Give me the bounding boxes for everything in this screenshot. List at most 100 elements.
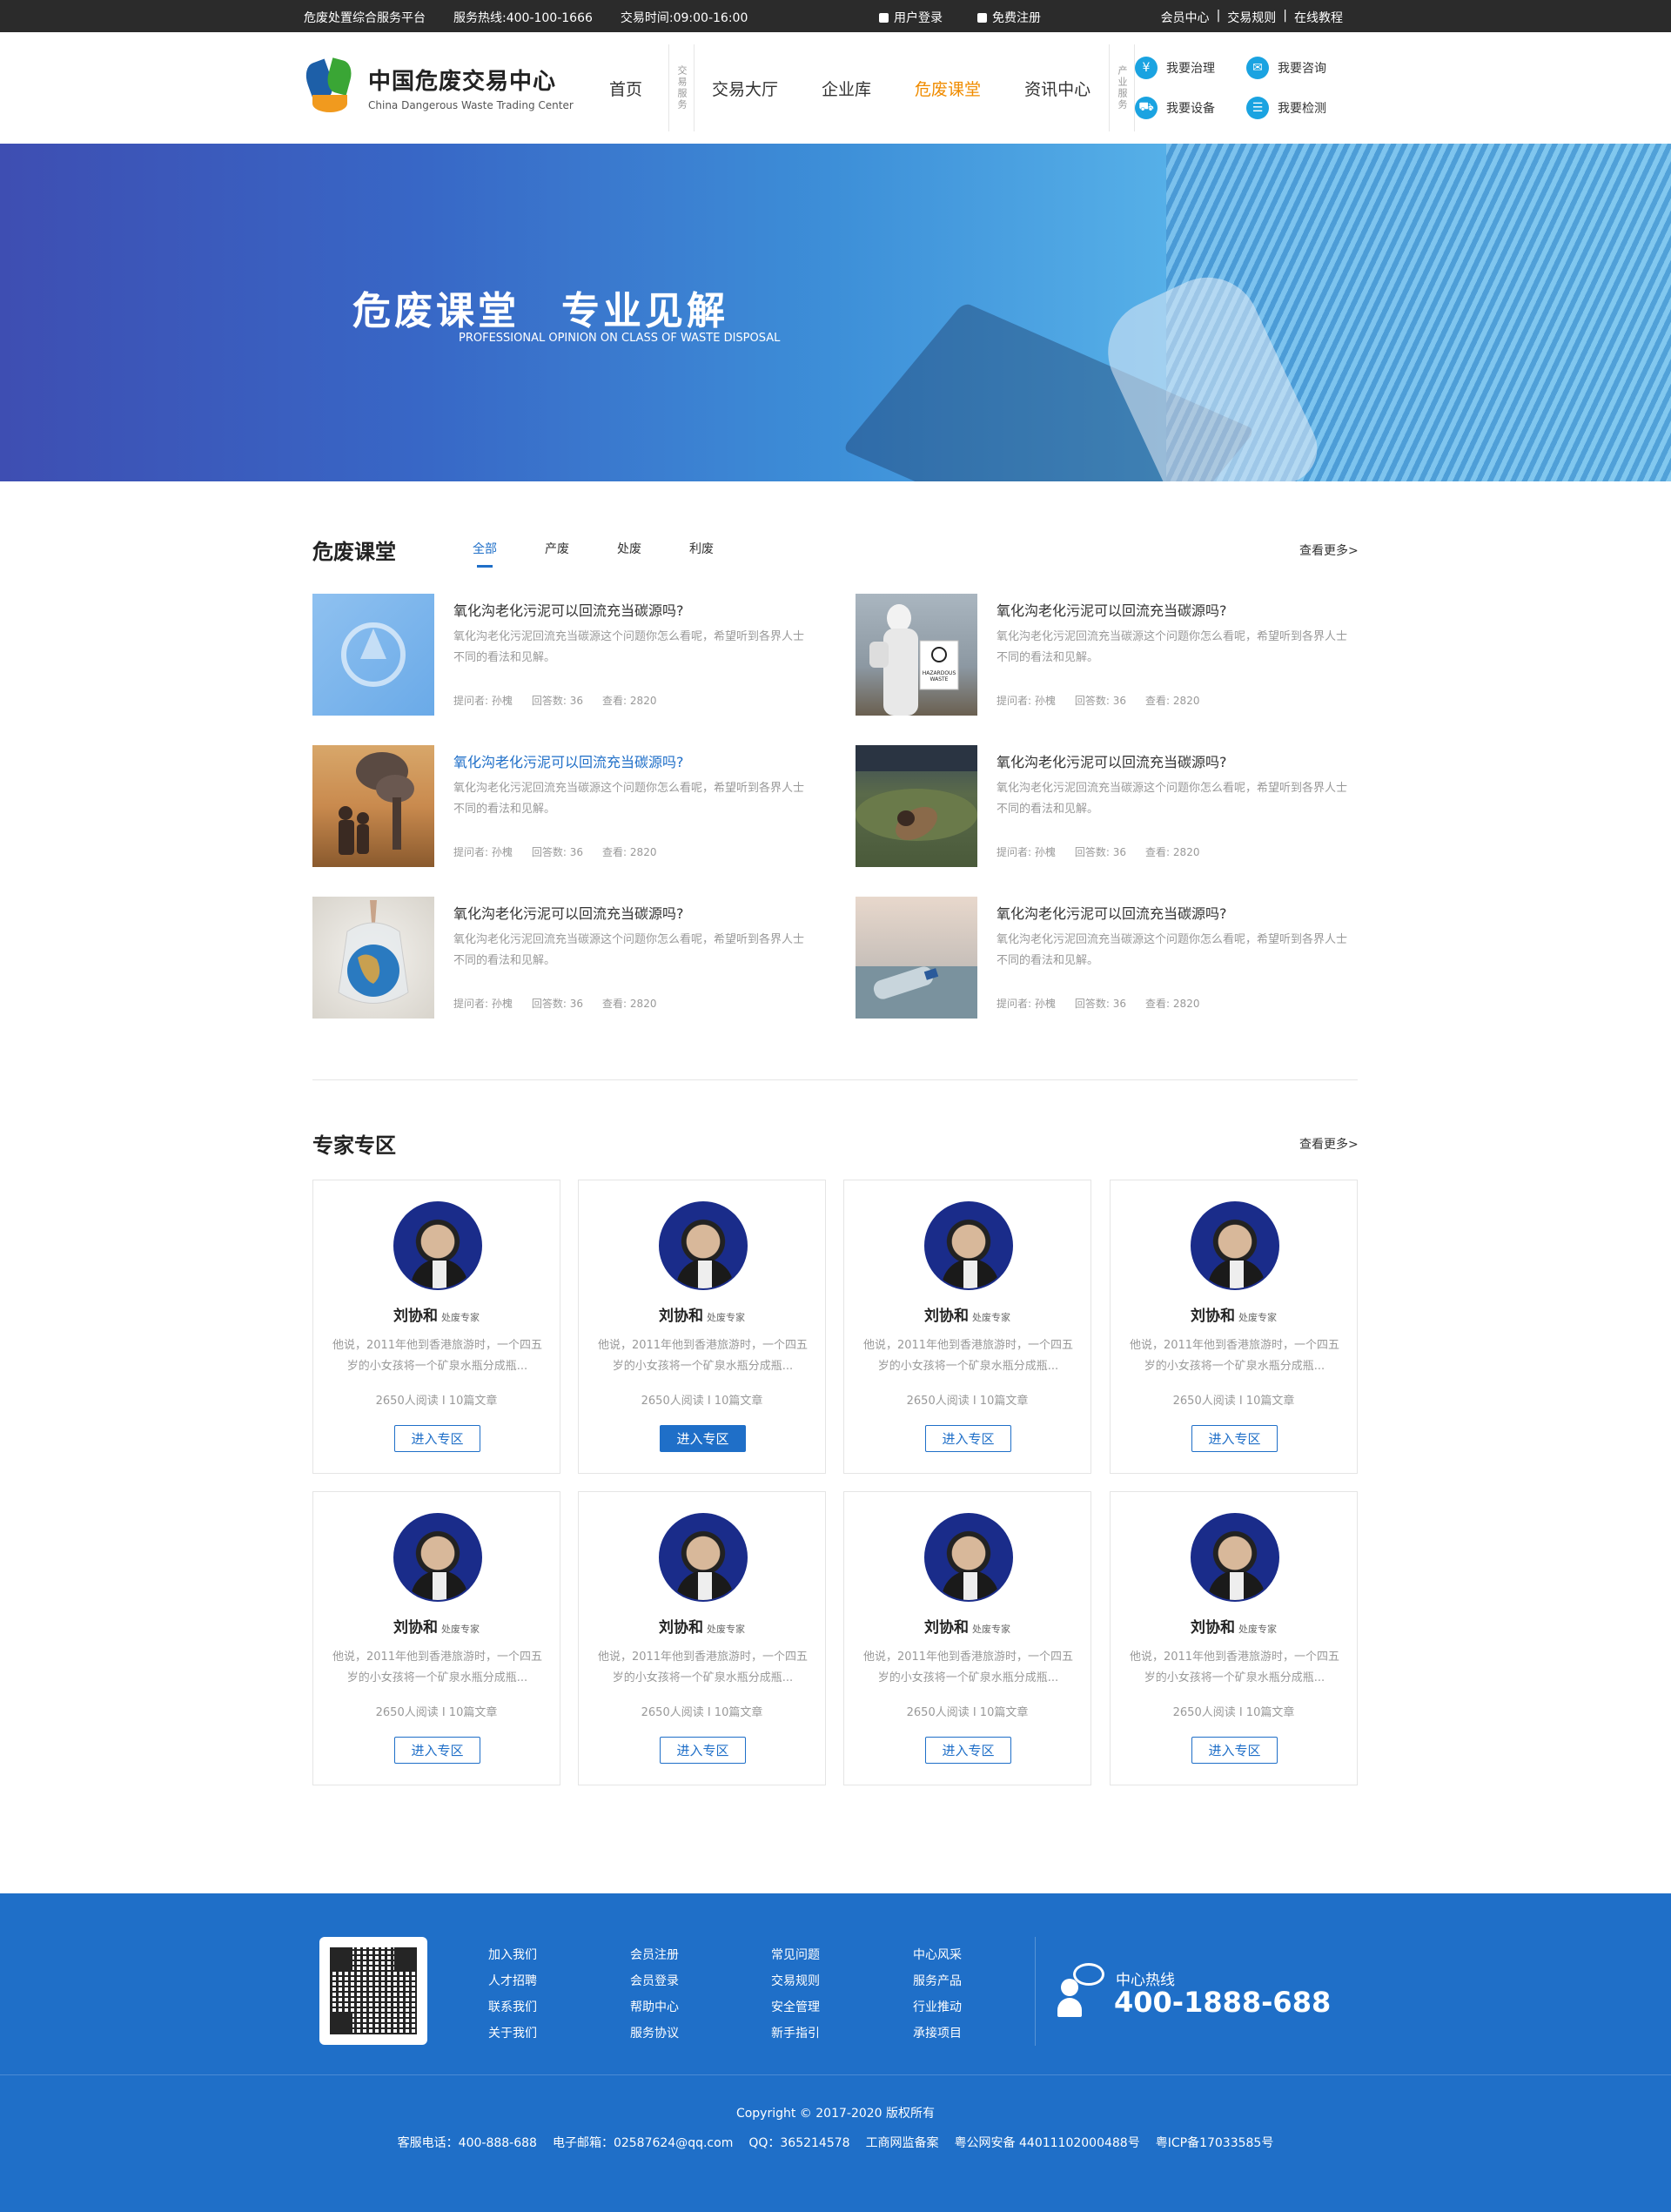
tab-waste-producing[interactable]: 产废 <box>545 540 569 568</box>
expert-card[interactable]: 刘协和 处废专家 他说，2011年他到香港旅游时，一个四五岁的小女孩将一个矿泉水瓶… <box>1110 1180 1358 1474</box>
article-thumbnail[interactable] <box>312 745 434 867</box>
trading-hours: 交易时间:09:00-16:00 <box>620 11 748 25</box>
plastic-bottle-sea-image <box>856 966 977 1019</box>
article-title[interactable]: 氧化沟老化污泥可以回流充当碳源吗? <box>453 750 684 771</box>
expert-avatar <box>393 1201 482 1290</box>
nav-waste-classroom[interactable]: 危废课堂 <box>915 77 981 100</box>
expert-name-line: 刘协和 处废专家 <box>579 1303 825 1325</box>
footer-link[interactable]: 交易规则 <box>771 1968 820 1994</box>
expert-card[interactable]: 刘协和 处废专家 他说，2011年他到香港旅游时，一个四五岁的小女孩将一个矿泉水瓶… <box>843 1180 1091 1474</box>
service-equipment[interactable]: ⛟ 我要设备 <box>1135 97 1246 119</box>
site-logo[interactable]: 中国危废交易中心 China Dangerous Waste Trading C… <box>301 57 574 116</box>
expert-name-line: 刘协和 处废专家 <box>579 1615 825 1637</box>
tab-waste-disposal[interactable]: 处废 <box>617 540 641 568</box>
main-nav: 首页 交易服务 交易大厅 企业库 危废课堂 资讯中心 <box>609 32 1134 144</box>
footer-link[interactable]: 安全管理 <box>771 1994 820 2020</box>
footer-link[interactable]: 新手指引 <box>771 2020 820 2047</box>
nav-news-center[interactable]: 资讯中心 <box>1024 77 1091 100</box>
answer-count: 36 <box>569 998 584 1010</box>
service-hotline: 服务热线:400-100-1666 <box>453 11 593 25</box>
login-link[interactable]: 用户登录 <box>879 9 943 26</box>
enter-zone-button[interactable]: 进入专区 <box>925 1425 1011 1452</box>
article-thumbnail[interactable] <box>312 897 434 1019</box>
enter-zone-button[interactable]: 进入专区 <box>660 1737 746 1764</box>
expert-card[interactable]: 刘协和 处废专家 他说，2011年他到香港旅游时，一个四五岁的小女孩将一个矿泉水瓶… <box>843 1491 1091 1785</box>
expert-name: 刘协和 <box>924 1308 969 1325</box>
expert-role: 处废专家 <box>441 1312 480 1323</box>
footer-link[interactable]: 服务协议 <box>630 2020 679 2047</box>
header: 中国危废交易中心 China Dangerous Waste Trading C… <box>0 32 1671 144</box>
article-thumbnail[interactable] <box>856 897 977 1019</box>
article-item[interactable]: 氧化沟老化污泥可以回流充当碳源吗? 氧化沟老化污泥回流充当碳源这个问题你怎么看呢… <box>312 594 835 716</box>
register-link[interactable]: 免费注册 <box>977 9 1041 26</box>
article-item[interactable]: 氧化沟老化污泥可以回流充当碳源吗? 氧化沟老化污泥回流充当碳源这个问题你怎么看呢… <box>856 897 1378 1019</box>
service-governance[interactable]: ¥ 我要治理 <box>1135 57 1246 79</box>
online-tutorial-link[interactable]: 在线教程 <box>1294 9 1343 26</box>
footer-link[interactable]: 联系我们 <box>488 1994 537 2020</box>
separator: | <box>1216 9 1221 23</box>
footer-link[interactable]: 会员注册 <box>630 1942 679 1968</box>
tab-waste-utilization[interactable]: 利废 <box>689 540 714 568</box>
expert-role: 处废专家 <box>707 1624 745 1635</box>
article-thumbnail[interactable]: HAZARDOUS WASTE <box>856 594 977 716</box>
customer-service-icon <box>1057 1963 1104 2019</box>
footer-link[interactable]: 会员登录 <box>630 1968 679 1994</box>
article-title[interactable]: 氧化沟老化污泥可以回流充当碳源吗? <box>453 902 684 923</box>
expert-name: 刘协和 <box>393 1308 438 1325</box>
footer-link[interactable]: 加入我们 <box>488 1942 537 1968</box>
footer-divider <box>1035 1937 1036 2046</box>
logo-mark-icon <box>301 57 358 116</box>
article-thumbnail[interactable] <box>856 745 977 867</box>
asker-name: 孙槐 <box>491 695 513 707</box>
article-title[interactable]: 氧化沟老化污泥可以回流充当碳源吗? <box>453 599 684 620</box>
article-meta: 提问者: 孙槐 回答数: 36 查看: 2820 <box>453 695 657 707</box>
enter-zone-button[interactable]: 进入专区 <box>1191 1425 1278 1452</box>
expert-name: 刘协和 <box>924 1619 969 1637</box>
enter-zone-button[interactable]: 进入专区 <box>394 1425 480 1452</box>
footer-link[interactable]: 关于我们 <box>488 2020 537 2047</box>
expert-avatar <box>1191 1201 1279 1290</box>
footer-link[interactable]: 帮助中心 <box>630 1994 679 2020</box>
expert-card[interactable]: 刘协和 处废专家 他说，2011年他到香港旅游时，一个四五岁的小女孩将一个矿泉水瓶… <box>312 1491 560 1785</box>
footer-link[interactable]: 承接项目 <box>913 2020 962 2047</box>
expert-name: 刘协和 <box>393 1619 438 1637</box>
article-title[interactable]: 氧化沟老化污泥可以回流充当碳源吗? <box>997 599 1227 620</box>
footer-link[interactable]: 人才招聘 <box>488 1968 537 1994</box>
article-title[interactable]: 氧化沟老化污泥可以回流充当碳源吗? <box>997 750 1227 771</box>
experts-more-link[interactable]: 查看更多> <box>1299 1135 1359 1153</box>
enter-zone-button[interactable]: 进入专区 <box>1191 1737 1278 1764</box>
footer-link[interactable]: 常见问题 <box>771 1942 820 1968</box>
article-thumbnail[interactable] <box>312 594 434 716</box>
nav-enterprise-library[interactable]: 企业库 <box>822 77 871 100</box>
trade-rules-link[interactable]: 交易规则 <box>1227 9 1276 26</box>
expert-card[interactable]: 刘协和 处废专家 他说，2011年他到香港旅游时，一个四五岁的小女孩将一个矿泉水瓶… <box>578 1491 826 1785</box>
article-item[interactable]: HAZARDOUS WASTE 氧化沟老化污泥可以回流充当碳源吗? 氧化沟老化污… <box>856 594 1378 716</box>
article-item[interactable]: 氧化沟老化污泥可以回流充当碳源吗? 氧化沟老化污泥回流充当碳源这个问题你怎么看呢… <box>856 745 1378 867</box>
expert-card[interactable]: 刘协和 处废专家 他说，2011年他到香港旅游时，一个四五岁的小女孩将一个矿泉水瓶… <box>1110 1491 1358 1785</box>
answer-count: 36 <box>569 695 584 707</box>
enter-zone-button[interactable]: 进入专区 <box>394 1737 480 1764</box>
footer-link[interactable]: 中心风采 <box>913 1942 962 1968</box>
service-consulting[interactable]: ✉ 我要咨询 <box>1246 57 1342 79</box>
expert-stats: 2650人阅读 I 10篇文章 <box>641 1395 763 1408</box>
footer-link[interactable]: 服务产品 <box>913 1968 962 1994</box>
expert-name: 刘协和 <box>659 1308 703 1325</box>
footer-link[interactable]: 行业推动 <box>913 1994 962 2020</box>
nav-home[interactable]: 首页 <box>609 77 642 100</box>
view-count: 2820 <box>629 846 657 858</box>
platform-name: 危废处置综合服务平台 <box>304 11 426 25</box>
enter-zone-button[interactable]: 进入专区 <box>660 1425 746 1452</box>
member-center-link[interactable]: 会员中心 <box>1161 9 1210 26</box>
expert-card[interactable]: 刘协和 处废专家 他说，2011年他到香港旅游时，一个四五岁的小女孩将一个矿泉水瓶… <box>312 1180 560 1474</box>
article-item[interactable]: 氧化沟老化污泥可以回流充当碳源吗? 氧化沟老化污泥回流充当碳源这个问题你怎么看呢… <box>312 897 835 1019</box>
tab-all[interactable]: 全部 <box>473 540 497 568</box>
expert-avatar <box>659 1201 748 1290</box>
enter-zone-button[interactable]: 进入专区 <box>925 1737 1011 1764</box>
classroom-more-link[interactable]: 查看更多> <box>1299 541 1359 559</box>
article-item[interactable]: 氧化沟老化污泥可以回流充当碳源吗? 氧化沟老化污泥回流充当碳源这个问题你怎么看呢… <box>312 745 835 867</box>
expert-card[interactable]: 刘协和 处废专家 他说，2011年他到香港旅游时，一个四五岁的小女孩将一个矿泉水瓶… <box>578 1180 826 1474</box>
service-testing[interactable]: ☰ 我要检测 <box>1246 97 1342 119</box>
article-title[interactable]: 氧化沟老化污泥可以回流充当碳源吗? <box>997 902 1227 923</box>
nav-trading-hall[interactable]: 交易大厅 <box>712 77 778 100</box>
business-filing[interactable]: 工商网监备案 <box>866 2134 939 2151</box>
